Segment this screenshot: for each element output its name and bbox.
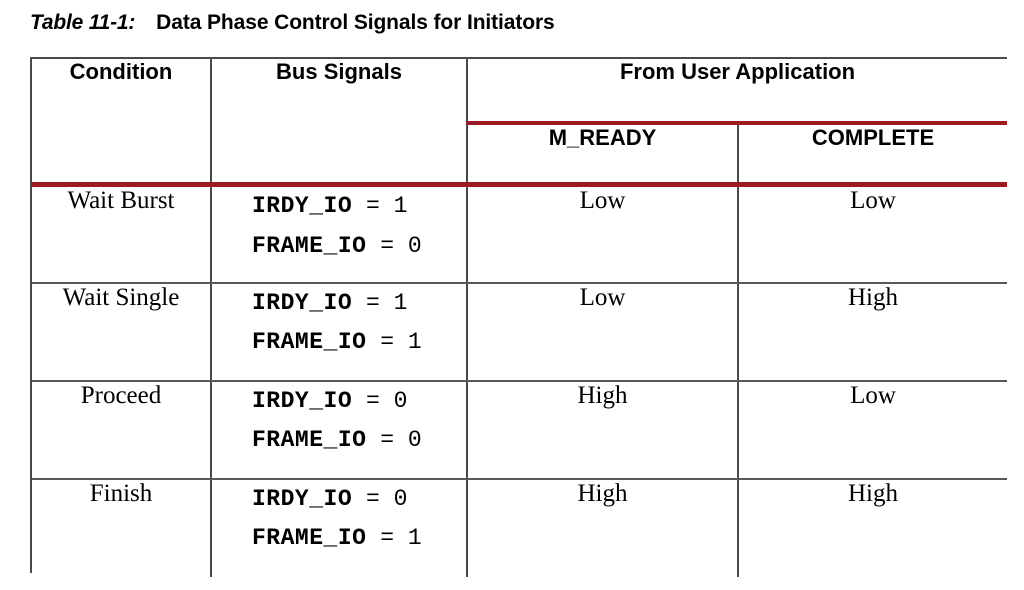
header-row-group: Condition Bus Signals From User Applicat…	[32, 59, 1008, 187]
signal-assignment: IRDY_IO = 1	[212, 187, 466, 227]
signal-name: IRDY_IO	[252, 193, 353, 219]
cell-complete: Low	[736, 184, 1008, 284]
column-header-complete: COMPLETE	[736, 123, 1008, 187]
column-header-bus-signals: Bus Signals	[210, 59, 467, 187]
cell-complete: High	[736, 282, 1008, 382]
signal-name: FRAME_IO	[252, 525, 367, 552]
signal-equals: =	[380, 232, 395, 259]
data-phase-control-signals-table: Condition Bus Signals From User Applicat…	[30, 57, 1008, 577]
signal-value: 0	[393, 387, 408, 414]
signal-name: FRAME_IO	[252, 232, 367, 259]
column-header-condition: Condition	[32, 59, 211, 187]
signal-value: 0	[407, 427, 422, 454]
table-row: Wait Burst IRDY_IO = 1 FRAME_IO = 0 Low Low	[32, 184, 1008, 284]
column-header-group-from-user-application: From User Application	[465, 59, 1008, 125]
signal-value: 0	[393, 485, 408, 512]
signal-assignment: FRAME_IO = 1	[212, 323, 466, 363]
cell-complete: High	[736, 478, 1008, 577]
cell-m-ready: Low	[466, 184, 738, 284]
table-header: Condition Bus Signals From User Applicat…	[32, 59, 1008, 187]
signal-equals: =	[380, 525, 395, 552]
table-row: Proceed IRDY_IO = 0 FRAME_IO = 0 High Low	[32, 380, 1008, 480]
cell-bus-signals: IRDY_IO = 0 FRAME_IO = 0	[210, 380, 467, 480]
cell-m-ready: High	[466, 478, 738, 577]
signal-equals: =	[380, 329, 395, 356]
signal-value: 1	[407, 525, 422, 552]
signal-assignment: IRDY_IO = 0	[212, 382, 466, 422]
signal-equals: =	[365, 193, 380, 219]
cell-m-ready: High	[466, 380, 738, 480]
cell-condition: Wait Single	[32, 282, 211, 382]
table-caption-title: Data Phase Control Signals for Initiator…	[156, 11, 555, 34]
signal-name: IRDY_IO	[252, 485, 353, 512]
table: Condition Bus Signals From User Applicat…	[32, 59, 1008, 577]
signal-value: 1	[393, 193, 408, 219]
signal-name: FRAME_IO	[252, 329, 367, 356]
cell-condition: Proceed	[32, 380, 211, 480]
signal-value: 1	[393, 289, 408, 316]
cell-m-ready: Low	[466, 282, 738, 382]
signal-value: 1	[407, 329, 422, 356]
signal-equals: =	[365, 289, 380, 316]
cell-bus-signals: IRDY_IO = 1 FRAME_IO = 1	[210, 282, 467, 382]
table-row: Finish IRDY_IO = 0 FRAME_IO = 1 High High	[32, 478, 1008, 577]
signal-assignment: FRAME_IO = 0	[212, 421, 466, 461]
cell-bus-signals: IRDY_IO = 0 FRAME_IO = 1	[210, 478, 467, 577]
signal-equals: =	[365, 387, 380, 414]
signal-assignment: IRDY_IO = 1	[212, 284, 466, 324]
cell-complete: Low	[736, 380, 1008, 480]
cell-bus-signals: IRDY_IO = 1 FRAME_IO = 0	[210, 184, 467, 284]
table-caption-label: Table 11-1:	[30, 11, 136, 34]
signal-value: 0	[407, 232, 422, 259]
column-header-m-ready: M_READY	[466, 123, 738, 187]
table-row: Wait Single IRDY_IO = 1 FRAME_IO = 1 Low Hig…	[32, 282, 1008, 382]
signal-name: IRDY_IO	[252, 387, 353, 414]
signal-name: FRAME_IO	[252, 427, 367, 454]
signal-equals: =	[365, 485, 380, 512]
signal-equals: =	[380, 427, 395, 454]
signal-assignment: FRAME_IO = 0	[212, 227, 466, 267]
table-caption: Table 11-1: Data Phase Control Signals fo…	[30, 12, 555, 33]
cell-condition: Wait Burst	[32, 184, 211, 284]
signal-assignment: FRAME_IO = 1	[212, 519, 466, 559]
cell-condition: Finish	[32, 478, 211, 577]
table-body: Wait Burst IRDY_IO = 1 FRAME_IO = 0 Low Low W…	[32, 184, 1008, 577]
signal-assignment: IRDY_IO = 0	[212, 480, 466, 520]
signal-name: IRDY_IO	[252, 289, 353, 316]
